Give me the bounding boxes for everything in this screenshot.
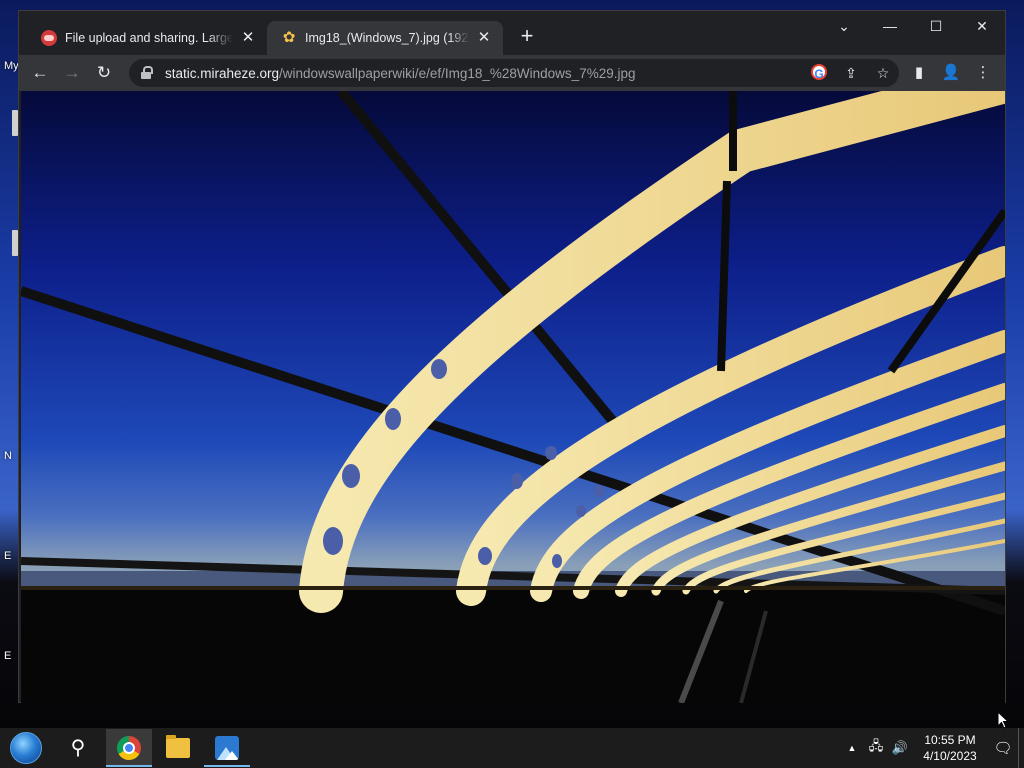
start-button[interactable] bbox=[4, 730, 48, 766]
bookmark-star-icon[interactable]: ☆ bbox=[867, 59, 899, 87]
system-tray: ▲ 🖧 🔊 10:55 PM 4/10/2023 🗨 bbox=[840, 728, 1024, 768]
desktop-icon-label: E bbox=[4, 550, 12, 562]
desktop-icon[interactable] bbox=[0, 230, 20, 260]
clock[interactable]: 10:55 PM 4/10/2023 bbox=[916, 732, 984, 764]
desktop-icon[interactable]: E bbox=[0, 620, 20, 662]
share-button[interactable]: ⇪ bbox=[835, 59, 867, 87]
tab-search-button[interactable]: ⌄ bbox=[821, 11, 867, 41]
tab-strip: File upload and sharing. Large files ✕ ✿… bbox=[19, 11, 1005, 55]
taskbar-app-file-explorer[interactable] bbox=[155, 729, 201, 767]
volume-icon[interactable]: 🔊 bbox=[888, 740, 912, 756]
menu-kebab-icon[interactable]: ⋮ bbox=[967, 60, 999, 86]
tab-image[interactable]: ✿ Img18_(Windows_7).jpg (1920×1200) ✕ bbox=[267, 21, 503, 55]
photos-icon bbox=[215, 736, 239, 760]
close-icon[interactable]: ✕ bbox=[475, 29, 493, 47]
new-tab-button[interactable]: + bbox=[515, 25, 539, 49]
taskbar-app-chrome[interactable] bbox=[106, 729, 152, 767]
omnibox-actions: G ⇪ ☆ bbox=[803, 59, 899, 87]
url-host: static.miraheze.org bbox=[165, 65, 280, 81]
folder-icon bbox=[166, 735, 190, 758]
windows-logo-icon bbox=[10, 732, 42, 764]
desktop-icon[interactable]: E bbox=[0, 520, 20, 562]
window-close-button[interactable]: ✕ bbox=[959, 11, 1005, 41]
browser-toolbar: ← → ↻ static.miraheze.org/windowswallpap… bbox=[19, 55, 1005, 91]
notification-icon[interactable]: 🗨 bbox=[988, 739, 1018, 757]
image-viewer[interactable] bbox=[21, 91, 1005, 703]
desktop-icon-label: N bbox=[4, 450, 12, 462]
mouse-cursor-icon bbox=[997, 711, 1009, 729]
url-path: /windowswallpaperwiki/e/ef/Img18_%28Wind… bbox=[279, 65, 636, 81]
profile-icon[interactable]: 👤 bbox=[935, 60, 967, 86]
forward-button[interactable]: → bbox=[59, 60, 85, 86]
flower-icon: ✿ bbox=[282, 29, 296, 46]
google-lens-button[interactable]: G bbox=[803, 59, 835, 87]
taskbar-app-photos[interactable] bbox=[204, 729, 250, 767]
tab-file-upload[interactable]: File upload and sharing. Large files ✕ bbox=[27, 21, 267, 55]
maximize-button[interactable]: ☐ bbox=[913, 11, 959, 41]
taskbar: ⚲ ▲ 🖧 🔊 10:55 PM 4/10/2023 🗨 bbox=[0, 728, 1024, 768]
wallpaper-image bbox=[21, 91, 1005, 703]
close-icon[interactable]: ✕ bbox=[239, 29, 257, 47]
clock-time: 10:55 PM bbox=[924, 733, 976, 747]
desktop-icon-label: E bbox=[4, 650, 12, 662]
search-icon[interactable]: ⚲ bbox=[56, 732, 100, 764]
desktop-icon-label: My bbox=[4, 60, 19, 72]
show-desktop-button[interactable] bbox=[1018, 728, 1024, 768]
window-controls: ⌄ — ☐ ✕ bbox=[821, 11, 1005, 41]
network-icon[interactable]: 🖧 bbox=[864, 737, 888, 759]
google-icon: G bbox=[811, 64, 827, 81]
clock-date: 4/10/2023 bbox=[923, 749, 977, 763]
reload-button[interactable]: ↻ bbox=[91, 60, 117, 86]
upload-cloud-icon bbox=[41, 30, 57, 46]
desktop-icon[interactable] bbox=[0, 110, 20, 140]
tab-title: Img18_(Windows_7).jpg (1920×1200) bbox=[305, 31, 469, 45]
desktop-icon[interactable]: N bbox=[0, 420, 20, 462]
side-panel-icon[interactable]: ▮ bbox=[903, 60, 935, 86]
lock-icon[interactable] bbox=[141, 66, 155, 80]
minimize-button[interactable]: — bbox=[867, 11, 913, 41]
back-button[interactable]: ← bbox=[27, 60, 53, 86]
desktop-icon[interactable]: My bbox=[0, 60, 20, 90]
chrome-icon bbox=[117, 736, 141, 760]
address-bar[interactable]: static.miraheze.org/windowswallpaperwiki… bbox=[129, 59, 899, 87]
browser-window: File upload and sharing. Large files ✕ ✿… bbox=[18, 10, 1006, 703]
toolbar-right: ▮ 👤 ⋮ bbox=[903, 60, 999, 86]
tray-overflow-icon[interactable]: ▲ bbox=[840, 743, 864, 753]
tab-title: File upload and sharing. Large files bbox=[65, 31, 233, 45]
